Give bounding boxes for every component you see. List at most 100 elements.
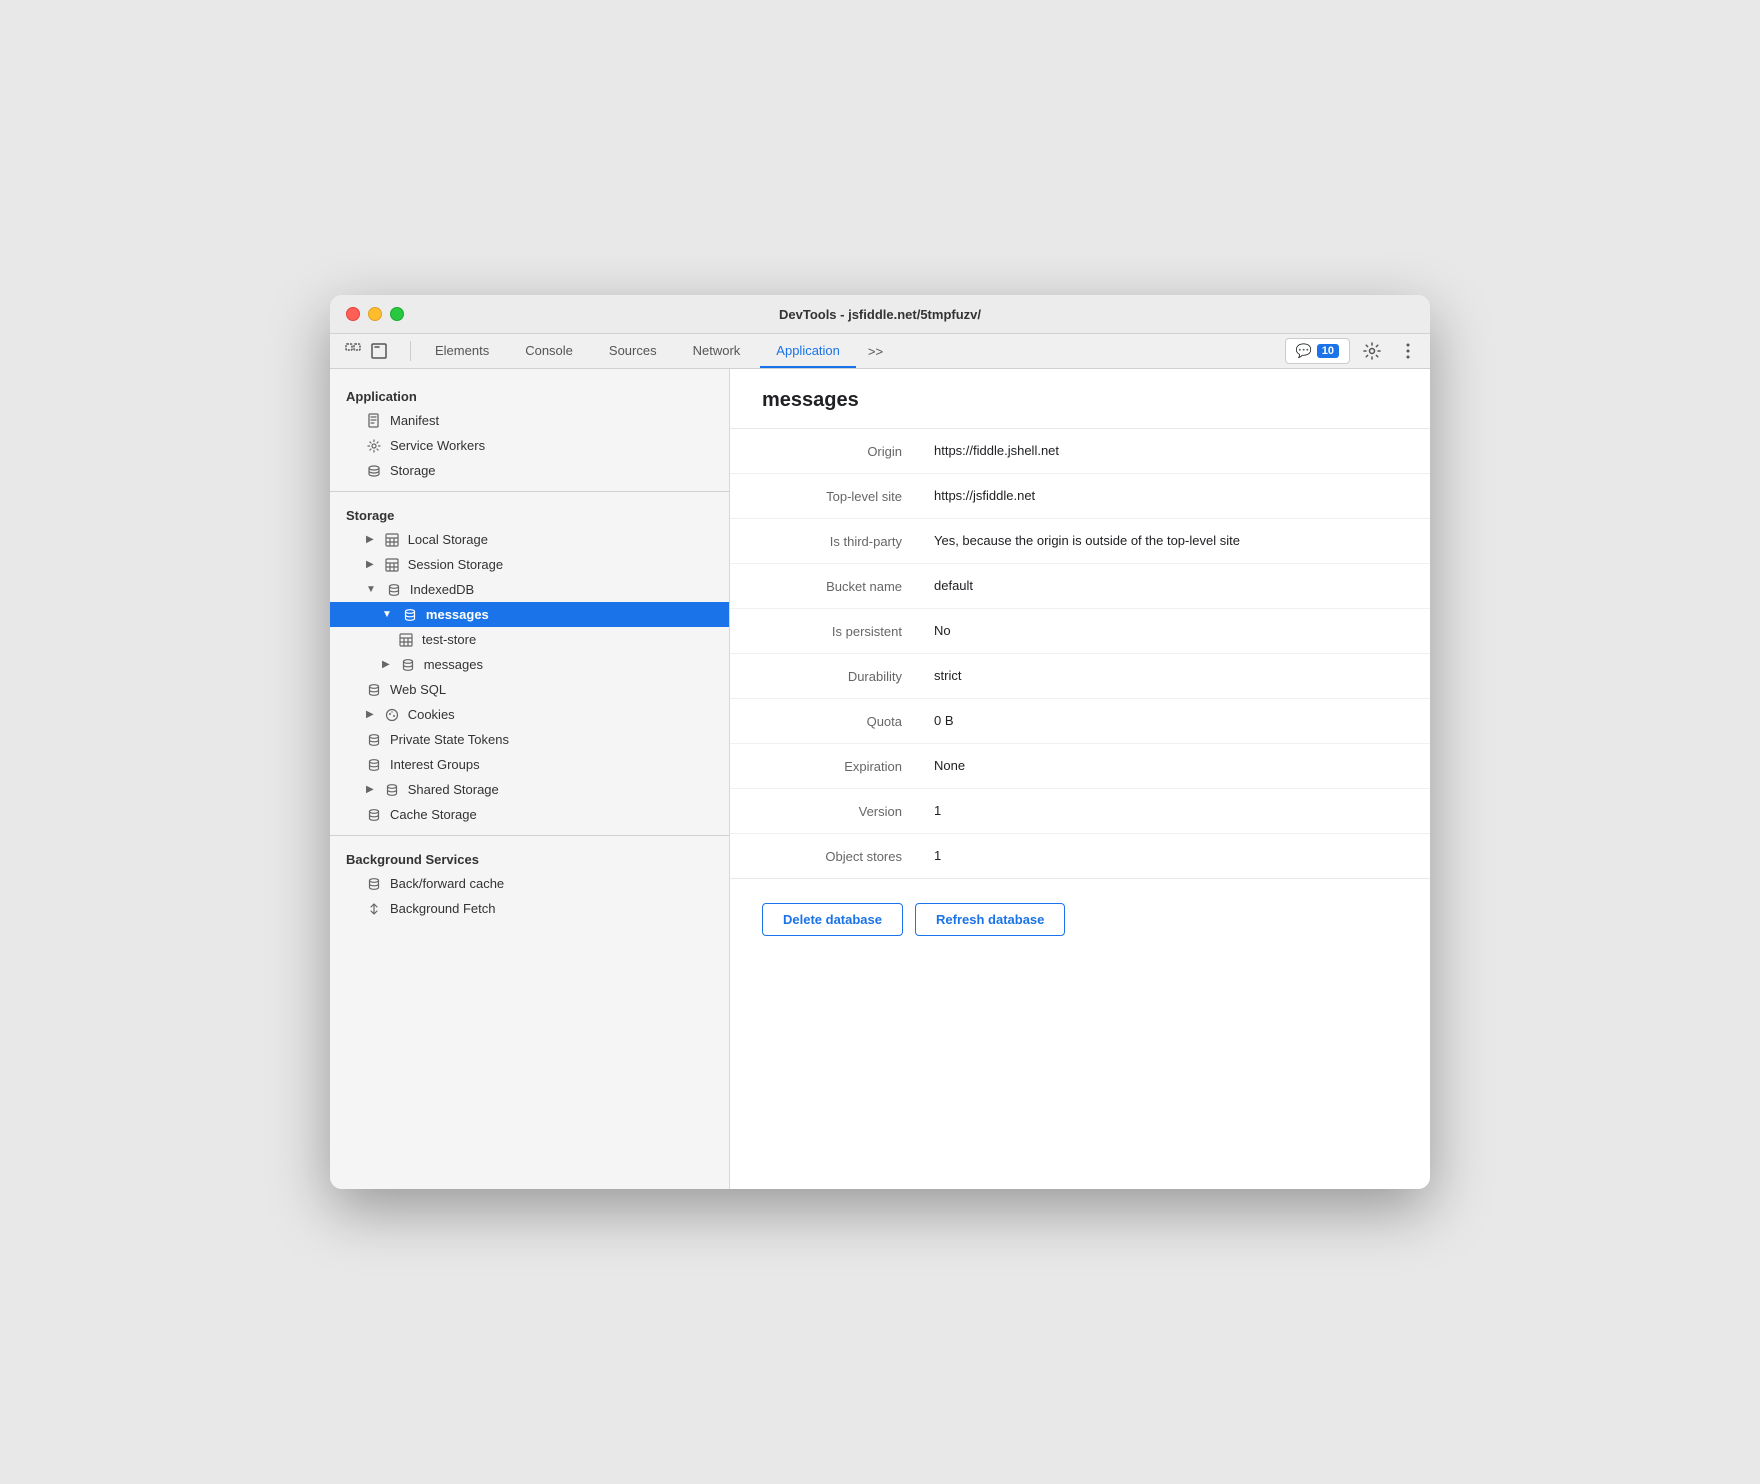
detail-row-third-party: Is third-party Yes, because the origin i… (730, 519, 1430, 564)
tab-application[interactable]: Application (760, 335, 856, 368)
tab-bar-right: 💬 10 (1285, 337, 1422, 365)
sidebar-local-storage-label: Local Storage (408, 532, 488, 547)
maximize-button[interactable] (390, 307, 404, 321)
sidebar-web-sql-label: Web SQL (390, 682, 446, 697)
bucket-name-label: Bucket name (762, 578, 902, 594)
sidebar-item-test-store[interactable]: test-store (330, 627, 729, 652)
object-stores-label: Object stores (762, 848, 902, 864)
traffic-lights (346, 307, 404, 321)
tab-network[interactable]: Network (677, 335, 757, 368)
tab-divider-1 (410, 341, 411, 361)
tab-elements[interactable]: Elements (419, 335, 505, 368)
sidebar-messages-collapsed-label: messages (424, 657, 483, 672)
sidebar-section-background: Background Services (330, 844, 729, 871)
sidebar-item-private-state-tokens[interactable]: Private State Tokens (330, 727, 729, 752)
sidebar-item-session-storage[interactable]: ▶ Session Storage (330, 552, 729, 577)
messages-badge-button[interactable]: 💬 10 (1285, 338, 1350, 364)
top-level-site-value: https://jsfiddle.net (934, 488, 1398, 503)
db-icon-3 (366, 683, 382, 697)
detail-row-object-stores: Object stores 1 (730, 834, 1430, 878)
delete-database-button[interactable]: Delete database (762, 903, 903, 936)
badge-count: 10 (1317, 344, 1339, 358)
sidebar-item-interest-groups[interactable]: Interest Groups (330, 752, 729, 777)
sidebar-item-service-workers[interactable]: Service Workers (330, 433, 729, 458)
quota-label: Quota (762, 713, 902, 729)
sidebar-cookies-label: Cookies (408, 707, 455, 722)
devtools-window: DevTools - jsfiddle.net/5tmpfuzv/ Elemen… (330, 295, 1430, 1189)
db-icon-7 (366, 808, 382, 822)
sidebar-item-shared-storage[interactable]: ▶ Shared Storage (330, 777, 729, 802)
detail-panel: messages Origin https://fiddle.jshell.ne… (730, 369, 1430, 1189)
sidebar-item-cookies[interactable]: ▶ Cookies (330, 702, 729, 727)
minimize-button[interactable] (368, 307, 382, 321)
more-options-button[interactable] (1394, 337, 1422, 365)
sidebar-messages-db-label: messages (426, 607, 489, 622)
refresh-database-button[interactable]: Refresh database (915, 903, 1065, 936)
quota-value: 0 B (934, 713, 1398, 728)
expiration-value: None (934, 758, 1398, 773)
sidebar-item-back-forward-cache[interactable]: Back/forward cache (330, 871, 729, 896)
detail-actions: Delete database Refresh database (730, 878, 1430, 960)
sidebar-manifest-label: Manifest (390, 413, 439, 428)
sidebar-item-messages-collapsed[interactable]: ▶ messages (330, 652, 729, 677)
tab-console[interactable]: Console (509, 335, 589, 368)
third-party-label: Is third-party (762, 533, 902, 549)
sidebar-indexeddb-label: IndexedDB (410, 582, 474, 597)
sidebar-item-background-fetch[interactable]: Background Fetch (330, 896, 729, 921)
devtools-icons (338, 334, 394, 368)
cookie-icon (384, 708, 400, 722)
persistent-value: No (934, 623, 1398, 638)
sidebar-session-storage-label: Session Storage (408, 557, 503, 572)
table-icon-2 (384, 558, 400, 572)
table-icon-3 (398, 633, 414, 647)
sidebar-service-workers-label: Service Workers (390, 438, 485, 453)
origin-value: https://fiddle.jshell.net (934, 443, 1398, 458)
sidebar-item-messages-db[interactable]: ▼ messages (330, 602, 729, 627)
sidebar-back-forward-cache-label: Back/forward cache (390, 876, 504, 891)
sidebar-item-web-sql[interactable]: Web SQL (330, 677, 729, 702)
sidebar-item-cache-storage[interactable]: Cache Storage (330, 802, 729, 827)
sidebar-item-storage-app[interactable]: Storage (330, 458, 729, 483)
db-icon-active (402, 608, 418, 622)
doc-icon (366, 413, 382, 428)
durability-value: strict (934, 668, 1398, 683)
persistent-label: Is persistent (762, 623, 902, 639)
tab-bar: Elements Console Sources Network Applica… (330, 334, 1430, 369)
window-title: DevTools - jsfiddle.net/5tmpfuzv/ (779, 307, 981, 322)
sidebar-storage-app-label: Storage (390, 463, 436, 478)
chevron-right-shared-icon: ▶ (366, 784, 374, 795)
sidebar-background-fetch-label: Background Fetch (390, 901, 496, 916)
db-icon-4 (366, 733, 382, 747)
detail-row-quota: Quota 0 B (730, 699, 1430, 744)
inspect-icon[interactable] (368, 340, 390, 362)
detail-row-origin: Origin https://fiddle.jshell.net (730, 429, 1430, 474)
top-level-site-label: Top-level site (762, 488, 902, 504)
detail-row-version: Version 1 (730, 789, 1430, 834)
main-content: Application Manifest Service (330, 369, 1430, 1189)
sidebar-item-local-storage[interactable]: ▶ Local Storage (330, 527, 729, 552)
cursor-icon[interactable] (342, 340, 364, 362)
sidebar-interest-groups-label: Interest Groups (390, 757, 480, 772)
detail-row-top-level-site: Top-level site https://jsfiddle.net (730, 474, 1430, 519)
db-icon-6 (384, 783, 400, 797)
chevron-right-icon-2: ▶ (366, 559, 374, 570)
sidebar: Application Manifest Service (330, 369, 730, 1189)
gear-icon (366, 439, 382, 453)
sidebar-item-indexeddb[interactable]: ▼ IndexedDB (330, 577, 729, 602)
sidebar-private-state-tokens-label: Private State Tokens (390, 732, 509, 747)
detail-row-bucket-name: Bucket name default (730, 564, 1430, 609)
object-stores-value: 1 (934, 848, 1398, 863)
chevron-right-icon-3: ▶ (382, 659, 390, 670)
bucket-name-value: default (934, 578, 1398, 593)
sidebar-section-application: Application (330, 381, 729, 408)
third-party-value: Yes, because the origin is outside of th… (934, 533, 1398, 548)
sidebar-item-manifest[interactable]: Manifest (330, 408, 729, 433)
chevron-down-icon: ▼ (366, 584, 376, 595)
close-button[interactable] (346, 307, 360, 321)
tab-more[interactable]: >> (860, 336, 891, 367)
tab-sources[interactable]: Sources (593, 335, 673, 368)
settings-button[interactable] (1358, 337, 1386, 365)
chevron-down-active-icon: ▼ (382, 609, 392, 620)
sidebar-cache-storage-label: Cache Storage (390, 807, 477, 822)
expiration-label: Expiration (762, 758, 902, 774)
